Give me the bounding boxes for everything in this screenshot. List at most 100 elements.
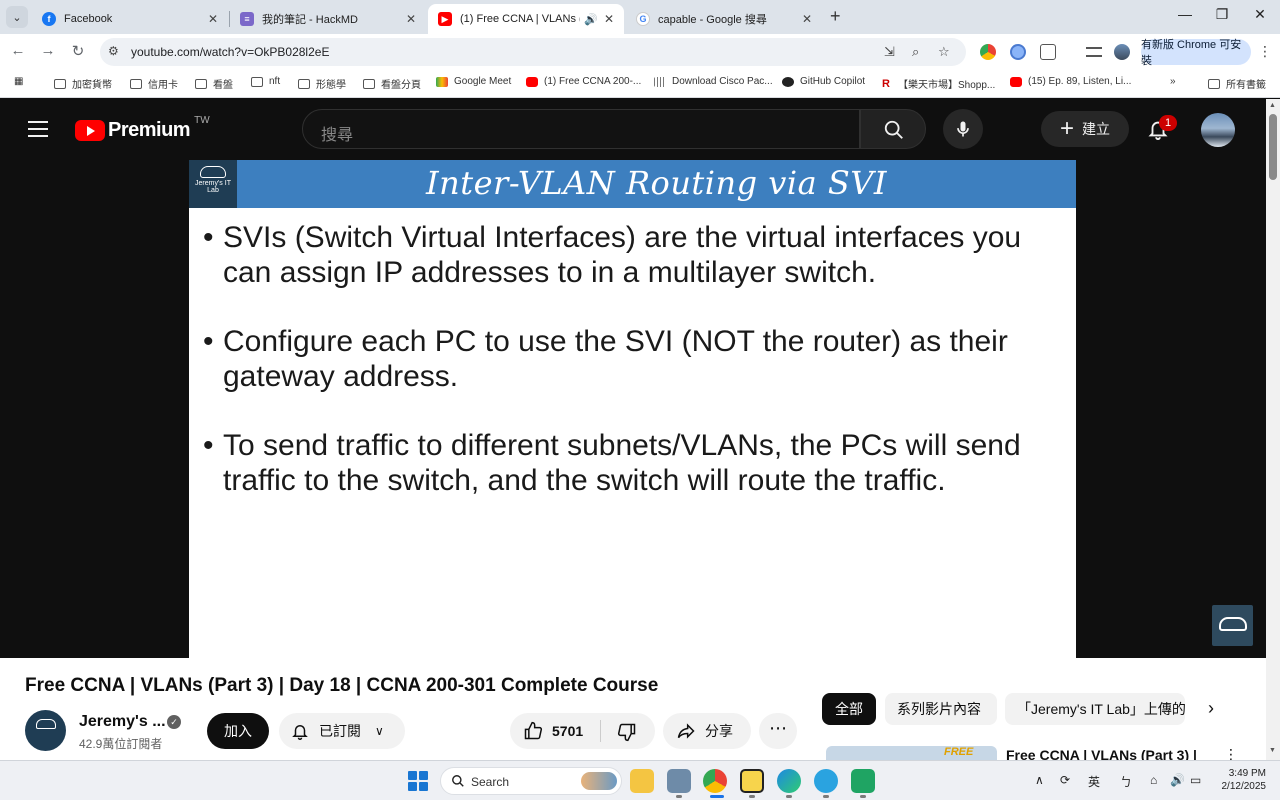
bookmark-label: GitHub Copilot (800, 76, 866, 87)
minimize-button[interactable]: — (1170, 6, 1200, 22)
google-icon: G (636, 12, 650, 26)
chrome-menu-icon[interactable]: ⋮ (1258, 43, 1272, 60)
bookmark-link[interactable]: (1) Free CCNA 200-... (526, 76, 641, 87)
hackmd-icon: ≡ (240, 12, 254, 26)
cloud-icon (1218, 617, 1247, 631)
search-input[interactable]: 搜尋 (302, 109, 860, 149)
bookmark-folder[interactable]: 看盤 (195, 76, 233, 91)
battery-icon[interactable]: ▭ (1190, 773, 1201, 787)
folder-icon (130, 78, 142, 89)
bookmark-label: 看盤分頁 (381, 80, 421, 91)
extension-icon[interactable] (1010, 44, 1026, 60)
channel-name[interactable]: Jeremy's ... (79, 713, 166, 731)
bookmark-label: 形態學 (316, 80, 346, 91)
bookmarks-overflow-icon[interactable]: » (1170, 76, 1176, 87)
facebook-icon: f (42, 12, 56, 26)
network-icon[interactable]: ⌂ (1150, 773, 1157, 787)
edge-icon[interactable] (777, 769, 801, 793)
install-app-icon[interactable]: ⇲ (884, 44, 895, 60)
extensions-puzzle-icon[interactable] (1040, 44, 1056, 60)
ime-toggle-icon[interactable]: ㄅ (1120, 773, 1132, 790)
chrome-update-button[interactable]: 有新版 Chrome 可安裝 (1141, 39, 1251, 67)
share-button[interactable]: 分享 (663, 713, 751, 749)
ime-mode[interactable]: 英 (1088, 773, 1100, 790)
zoom-icon[interactable]: ⌕ (912, 44, 919, 60)
chip-channel-uploads[interactable]: 「Jeremy's IT Lab」上傳的 (1005, 693, 1185, 725)
youtube-logo[interactable]: Premium TW (75, 115, 210, 142)
reload-icon[interactable]: ↻ (68, 42, 88, 60)
scrollbar-thumb[interactable] (1269, 114, 1277, 180)
all-bookmarks-folder[interactable]: 所有書籤 (1208, 76, 1266, 91)
thumbs-up-icon[interactable] (522, 721, 544, 741)
like-count[interactable]: 5701 (552, 723, 583, 739)
close-tab-icon[interactable]: ✕ (802, 12, 812, 26)
join-button[interactable]: 加入 (207, 713, 269, 749)
telegram-icon[interactable] (814, 769, 838, 793)
create-button[interactable]: + 建立 (1041, 111, 1129, 147)
app-icon[interactable] (667, 769, 691, 793)
new-tab-button[interactable]: + (830, 6, 841, 27)
recommended-video-thumbnail[interactable]: FREE (826, 746, 997, 760)
bookmarks-bar: ▦ 加密貨幣 信用卡 看盤 nft 形態學 看盤分頁 Google Meet (… (0, 70, 1280, 98)
bookmark-folder[interactable]: 信用卡 (130, 76, 178, 91)
folder-icon (298, 78, 310, 89)
back-icon[interactable]: ← (8, 42, 28, 59)
page-scrollbar[interactable]: ▲ ▼ (1266, 99, 1280, 760)
tray-overflow-icon[interactable]: ∧ (1035, 773, 1044, 787)
bookmark-link[interactable]: R 【樂天市場】Shopp... (882, 76, 995, 91)
tab-hackmd[interactable]: ≡ 我的筆記 - HackMD ✕ (230, 4, 426, 34)
bookmark-folder[interactable]: 看盤分頁 (363, 76, 421, 91)
tab-facebook[interactable]: f Facebook ✕ (32, 4, 228, 34)
profile-avatar-icon[interactable] (1114, 44, 1130, 60)
forward-icon[interactable]: → (38, 42, 58, 59)
channel-avatar[interactable] (25, 710, 66, 751)
search-button[interactable] (860, 109, 926, 149)
more-actions-button[interactable]: ⋯ (759, 713, 797, 749)
taskbar-clock[interactable]: 3:49 PM 2/12/2025 (1214, 767, 1267, 793)
bookmark-link[interactable]: Google Meet (436, 76, 511, 87)
tab-search-button[interactable]: ⌄ (6, 6, 28, 28)
bookmark-link[interactable]: GitHub Copilot (782, 76, 865, 87)
bookmark-folder[interactable]: nft (251, 76, 280, 87)
thumbs-down-icon[interactable] (616, 722, 638, 742)
chip-series[interactable]: 系列影片內容 (885, 693, 997, 725)
tab-google-search[interactable]: G capable - Google 搜尋 ✕ (626, 4, 822, 34)
scroll-down-icon[interactable]: ▼ (1269, 747, 1276, 754)
sticky-app-icon[interactable] (740, 769, 764, 793)
chip-all[interactable]: 全部 (822, 693, 876, 725)
file-explorer-icon[interactable] (630, 769, 654, 793)
restore-button[interactable]: ❐ (1207, 6, 1237, 23)
windows-start-icon[interactable] (408, 771, 428, 791)
bookmark-folder[interactable]: 形態學 (298, 76, 346, 91)
apps-grid-icon[interactable]: ▦ (14, 76, 23, 87)
close-tab-icon[interactable]: ✕ (604, 12, 614, 26)
account-avatar[interactable] (1201, 113, 1235, 147)
speaker-icon[interactable]: 🔊 (584, 13, 598, 26)
chrome-extension-icon[interactable] (980, 44, 996, 60)
menu-icon[interactable] (28, 121, 48, 142)
chevron-right-icon[interactable]: › (1208, 698, 1214, 719)
channel-watermark[interactable] (1212, 605, 1253, 646)
voice-search-button[interactable] (943, 109, 983, 149)
subscribed-button[interactable]: 已訂閱 ∨ (279, 713, 405, 749)
video-frame-slide[interactable]: Jeremy's IT Lab Inter-VLAN Routing via S… (189, 160, 1076, 658)
taskbar-search-box[interactable]: Search (440, 767, 622, 795)
sheets-icon[interactable] (851, 769, 875, 793)
scroll-up-icon[interactable]: ▲ (1269, 102, 1276, 109)
url-text[interactable]: youtube.com/watch?v=OkPB028l2eE (131, 45, 329, 59)
volume-icon[interactable]: 🔊 (1170, 773, 1185, 787)
chrome-taskbar-icon[interactable] (703, 769, 727, 793)
bookmark-link[interactable]: Download Cisco Pac... (654, 76, 773, 87)
tab-youtube-active[interactable]: ▶ (1) Free CCNA | VLANs (Part 🔊 ✕ (428, 4, 624, 34)
address-bar[interactable]: ⚙ youtube.com/watch?v=OkPB028l2eE ⇲ ⌕ ☆ (100, 38, 966, 66)
taskbar-search-label: Search (471, 775, 510, 789)
bookmark-star-icon[interactable]: ☆ (938, 44, 950, 60)
close-tab-icon[interactable]: ✕ (208, 12, 218, 26)
media-control-icon[interactable] (1086, 47, 1102, 57)
bookmark-link[interactable]: (15) Ep. 89, Listen, Li... (1010, 76, 1131, 87)
sync-icon[interactable]: ⟳ (1060, 773, 1070, 787)
close-tab-icon[interactable]: ✕ (406, 12, 416, 26)
bookmark-folder[interactable]: 加密貨幣 (54, 76, 112, 91)
site-info-icon[interactable]: ⚙ (108, 44, 119, 58)
close-window-button[interactable]: ✕ (1245, 6, 1275, 23)
